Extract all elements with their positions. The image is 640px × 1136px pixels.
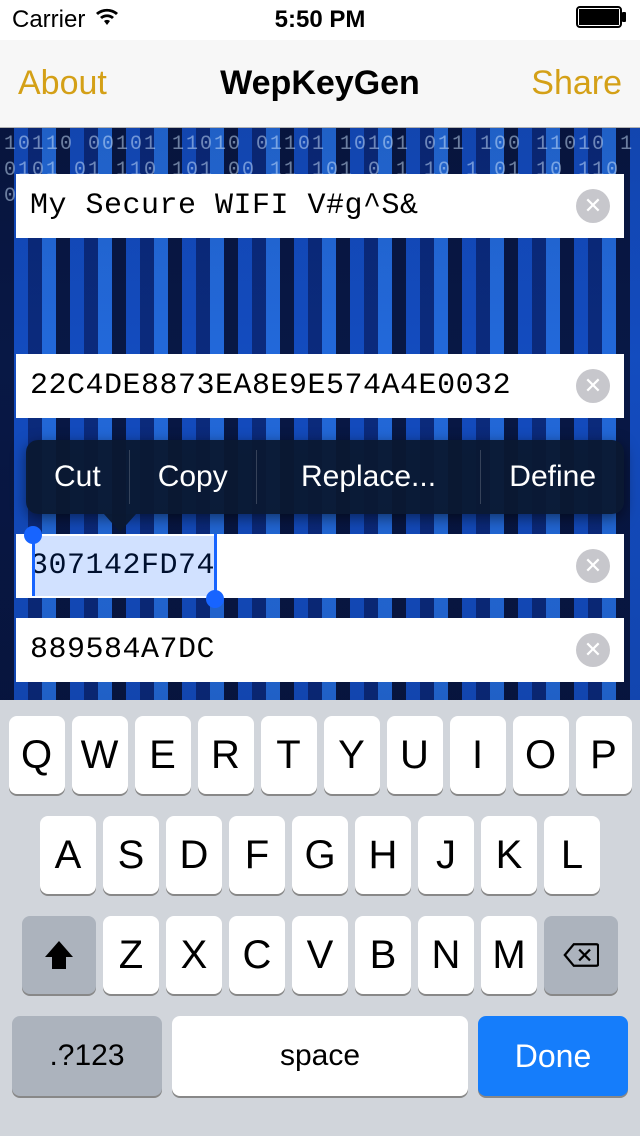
context-replace-button[interactable]: Replace...	[257, 440, 481, 514]
backspace-key[interactable]	[544, 916, 618, 994]
passphrase-field-wrap: ✕	[16, 174, 624, 238]
key64b-field-wrap: ✕	[16, 618, 624, 682]
clear-key64a-button[interactable]: ✕	[576, 549, 610, 583]
key-z[interactable]: Z	[103, 916, 159, 994]
key128-input[interactable]	[30, 369, 576, 403]
numbers-key[interactable]: .?123	[12, 1016, 162, 1096]
clear-icon: ✕	[584, 553, 602, 579]
key-c[interactable]: C	[229, 916, 285, 994]
content-area: ✕ ✕ Cut Copy Replace... Define ✕ ✕	[0, 128, 640, 700]
clear-passphrase-button[interactable]: ✕	[576, 189, 610, 223]
key-n[interactable]: N	[418, 916, 474, 994]
key-s[interactable]: S	[103, 816, 159, 894]
selection-caret-end	[214, 534, 217, 596]
key-k[interactable]: K	[481, 816, 537, 894]
backspace-icon	[563, 937, 599, 973]
key-q[interactable]: Q	[9, 716, 65, 794]
clear-icon: ✕	[584, 637, 602, 663]
space-key[interactable]: space	[172, 1016, 468, 1096]
key-w[interactable]: W	[72, 716, 128, 794]
key-v[interactable]: V	[292, 916, 348, 994]
clear-icon: ✕	[584, 193, 602, 219]
context-cut-button[interactable]: Cut	[26, 440, 129, 514]
key-x[interactable]: X	[166, 916, 222, 994]
key64a-input[interactable]	[30, 549, 576, 583]
context-define-button[interactable]: Define	[481, 440, 624, 514]
shift-icon	[41, 937, 77, 973]
keyboard-row-1: QWERTYUIOP	[6, 716, 634, 794]
key-l[interactable]: L	[544, 816, 600, 894]
key-r[interactable]: R	[198, 716, 254, 794]
selection-caret-start	[32, 534, 35, 596]
key64a-field-wrap: ✕	[16, 534, 624, 598]
clear-key128-button[interactable]: ✕	[576, 369, 610, 403]
about-button[interactable]: About	[18, 64, 107, 103]
text-context-menu: Cut Copy Replace... Define	[26, 440, 624, 514]
keyboard-row-4: .?123 space Done	[6, 1016, 634, 1096]
key-p[interactable]: P	[576, 716, 632, 794]
key-o[interactable]: O	[513, 716, 569, 794]
key-e[interactable]: E	[135, 716, 191, 794]
keyboard-row-3: ZXCVBNM	[6, 916, 634, 994]
status-bar: Carrier 5:50 PM	[0, 0, 640, 40]
key-b[interactable]: B	[355, 916, 411, 994]
key-y[interactable]: Y	[324, 716, 380, 794]
keyboard: QWERTYUIOP ASDFGHJKL ZXCVBNM .?123 space…	[0, 700, 640, 1136]
context-copy-button[interactable]: Copy	[130, 440, 256, 514]
key-m[interactable]: M	[481, 916, 537, 994]
key128-field-wrap: ✕	[16, 354, 624, 418]
nav-bar: About WepKeyGen Share	[0, 40, 640, 128]
shift-key[interactable]	[22, 916, 96, 994]
status-time: 5:50 PM	[0, 6, 640, 34]
key-h[interactable]: H	[355, 816, 411, 894]
clear-icon: ✕	[584, 373, 602, 399]
key-i[interactable]: I	[450, 716, 506, 794]
key-a[interactable]: A	[40, 816, 96, 894]
key64b-input[interactable]	[30, 633, 576, 667]
context-menu-arrow	[104, 514, 136, 532]
key-u[interactable]: U	[387, 716, 443, 794]
key-t[interactable]: T	[261, 716, 317, 794]
keyboard-row-3-letters: ZXCVBNM	[103, 916, 537, 994]
share-button[interactable]: Share	[531, 64, 622, 103]
passphrase-input[interactable]	[30, 189, 576, 223]
key-j[interactable]: J	[418, 816, 474, 894]
clear-key64b-button[interactable]: ✕	[576, 633, 610, 667]
key-d[interactable]: D	[166, 816, 222, 894]
keyboard-row-2: ASDFGHJKL	[6, 816, 634, 894]
done-key[interactable]: Done	[478, 1016, 628, 1096]
key-g[interactable]: G	[292, 816, 348, 894]
key-f[interactable]: F	[229, 816, 285, 894]
